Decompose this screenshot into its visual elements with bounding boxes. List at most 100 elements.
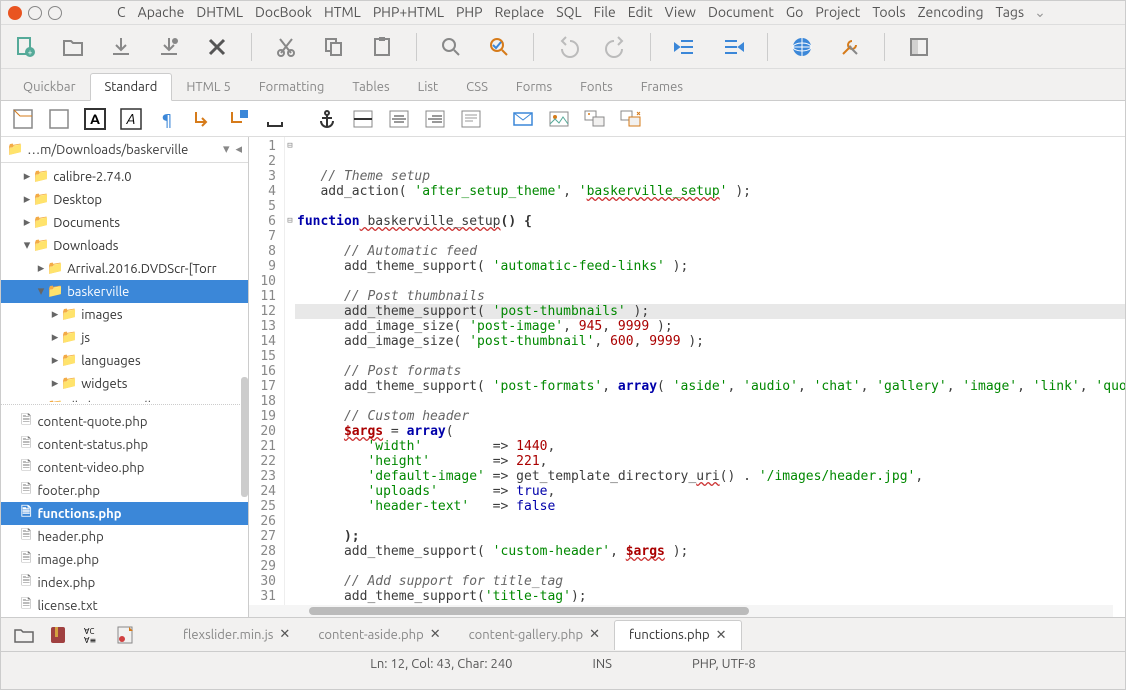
tools-icon[interactable] [836,33,864,61]
close-icon[interactable] [203,33,231,61]
tree-item[interactable]: ▸📁dk_lemon_yellow_sun [1,395,248,402]
toolbar-tab-html5[interactable]: HTML 5 [172,74,245,100]
new-file-icon[interactable]: + [11,33,39,61]
file-item[interactable]: 🗎content-video.php [1,456,248,479]
charmap-icon[interactable]: ∀C∀≡ [79,622,105,648]
tab-close-icon[interactable]: ✕ [589,627,600,642]
save-icon[interactable] [107,33,135,61]
undo-icon[interactable] [554,33,582,61]
file-item[interactable]: 🗎image.php [1,548,248,571]
menu-file[interactable]: File [588,2,622,23]
email-icon[interactable] [509,105,537,133]
menu-html[interactable]: HTML [318,2,367,23]
tree-twisty-icon[interactable]: ▾ [35,284,47,299]
menu-tools[interactable]: Tools [866,2,911,23]
menu-sql[interactable]: SQL [550,2,587,23]
toolbar-tab-list[interactable]: List [404,74,453,100]
tree-item[interactable]: ▾📁baskerville [1,280,248,303]
nbsp-icon[interactable] [261,105,289,133]
file-item[interactable]: 🗎license.txt [1,594,248,617]
indent-icon[interactable] [719,33,747,61]
toolbar-tab-standard[interactable]: Standard [90,73,173,101]
copy-icon[interactable] [320,33,348,61]
insert-mode[interactable]: INS [593,657,612,671]
image-icon[interactable] [545,105,573,133]
body-icon[interactable] [45,105,73,133]
comment-icon[interactable] [457,105,485,133]
find-replace-icon[interactable] [485,33,513,61]
filebrowser-icon[interactable] [11,622,37,648]
tree-item[interactable]: ▸📁Documents [1,211,248,234]
tree-twisty-icon[interactable]: ▸ [49,330,61,345]
code-editor[interactable]: 1234567891011121314151617181920212223242… [249,137,1125,617]
thumbnail-icon[interactable] [581,105,609,133]
file-tab[interactable]: flexslider.min.js✕ [169,620,304,650]
tree-twisty-icon[interactable]: ▸ [49,353,61,368]
open-file-icon[interactable] [59,33,87,61]
tree-item[interactable]: ▸📁calibre-2.74.0 [1,165,248,188]
tree-twisty-icon[interactable]: ▸ [49,307,61,322]
tree-twisty-icon[interactable]: ▸ [21,192,33,207]
menu-replace[interactable]: Replace [489,2,551,23]
window-minimize-button[interactable] [28,6,42,20]
menu-project[interactable]: Project [809,2,866,23]
chevron-left-icon[interactable]: ◂ [235,142,242,157]
file-item[interactable]: 🗎content-status.php [1,433,248,456]
tree-item[interactable]: ▸📁languages [1,349,248,372]
menu-go[interactable]: Go [780,2,809,23]
toolbar-tab-formatting[interactable]: Formatting [245,74,339,100]
breakclear-icon[interactable] [225,105,253,133]
fullscreen-icon[interactable] [905,33,933,61]
tree-item[interactable]: ▸📁Desktop [1,188,248,211]
window-close-button[interactable] [8,6,22,20]
file-item[interactable]: 🗎functions.php [1,502,248,525]
cut-icon[interactable] [272,33,300,61]
paragraph-icon[interactable]: ¶ [153,105,181,133]
window-maximize-button[interactable] [48,6,62,20]
toolbar-tab-tables[interactable]: Tables [338,74,403,100]
toolbar-tab-quickbar[interactable]: Quickbar [9,74,90,100]
fold-column[interactable]: ⊟⊟ [285,137,295,617]
code-content[interactable]: // Theme setup add_action( 'after_setup_… [295,137,1125,617]
tab-close-icon[interactable]: ✕ [279,627,290,642]
tree-twisty-icon[interactable]: ▸ [21,215,33,230]
menu-php+html[interactable]: PHP+HTML [367,2,450,23]
file-mode[interactable]: PHP, UTF-8 [692,657,756,671]
multithumb-icon[interactable] [617,105,645,133]
file-tab[interactable]: content-aside.php✕ [304,620,454,650]
menu-view[interactable]: View [659,2,702,23]
menu-document[interactable]: Document [702,2,780,23]
tree-item[interactable]: ▸📁Arrival.2016.DVDScr-[Torr [1,257,248,280]
anchor-icon[interactable] [313,105,341,133]
search-icon[interactable] [437,33,465,61]
paste-icon[interactable] [368,33,396,61]
redo-icon[interactable] [602,33,630,61]
chevron-down-icon[interactable]: ▾ [223,142,230,157]
toolbar-tab-fonts[interactable]: Fonts [566,74,627,100]
tree-twisty-icon[interactable]: ▾ [21,238,33,253]
bold-icon[interactable]: A [81,105,109,133]
menu-apache[interactable]: Apache [132,2,191,23]
save-as-icon[interactable] [155,33,183,61]
tree-twisty-icon[interactable]: ▸ [21,169,33,184]
hrule-icon[interactable] [349,105,377,133]
menu-more-icon[interactable]: ⌄ [1030,2,1052,23]
break-icon[interactable] [189,105,217,133]
file-item[interactable]: 🗎index.php [1,571,248,594]
tree-item[interactable]: ▸📁widgets [1,372,248,395]
menu-tags[interactable]: Tags [990,2,1031,23]
bookmarks-icon[interactable] [45,622,71,648]
unindent-icon[interactable] [671,33,699,61]
toolbar-tab-frames[interactable]: Frames [627,74,697,100]
menu-edit[interactable]: Edit [622,2,659,23]
browser-preview-icon[interactable] [788,33,816,61]
file-tab[interactable]: functions.php✕ [614,620,742,650]
toolbar-tab-forms[interactable]: Forms [502,74,566,100]
tree-twisty-icon[interactable]: ▸ [35,261,47,276]
file-item[interactable]: 🗎content-quote.php [1,410,248,433]
horizontal-scrollbar[interactable] [249,605,1113,617]
menu-c[interactable]: C [111,2,132,23]
tab-close-icon[interactable]: ✕ [430,627,441,642]
tree-item[interactable]: ▸📁images [1,303,248,326]
rightalign-icon[interactable] [421,105,449,133]
